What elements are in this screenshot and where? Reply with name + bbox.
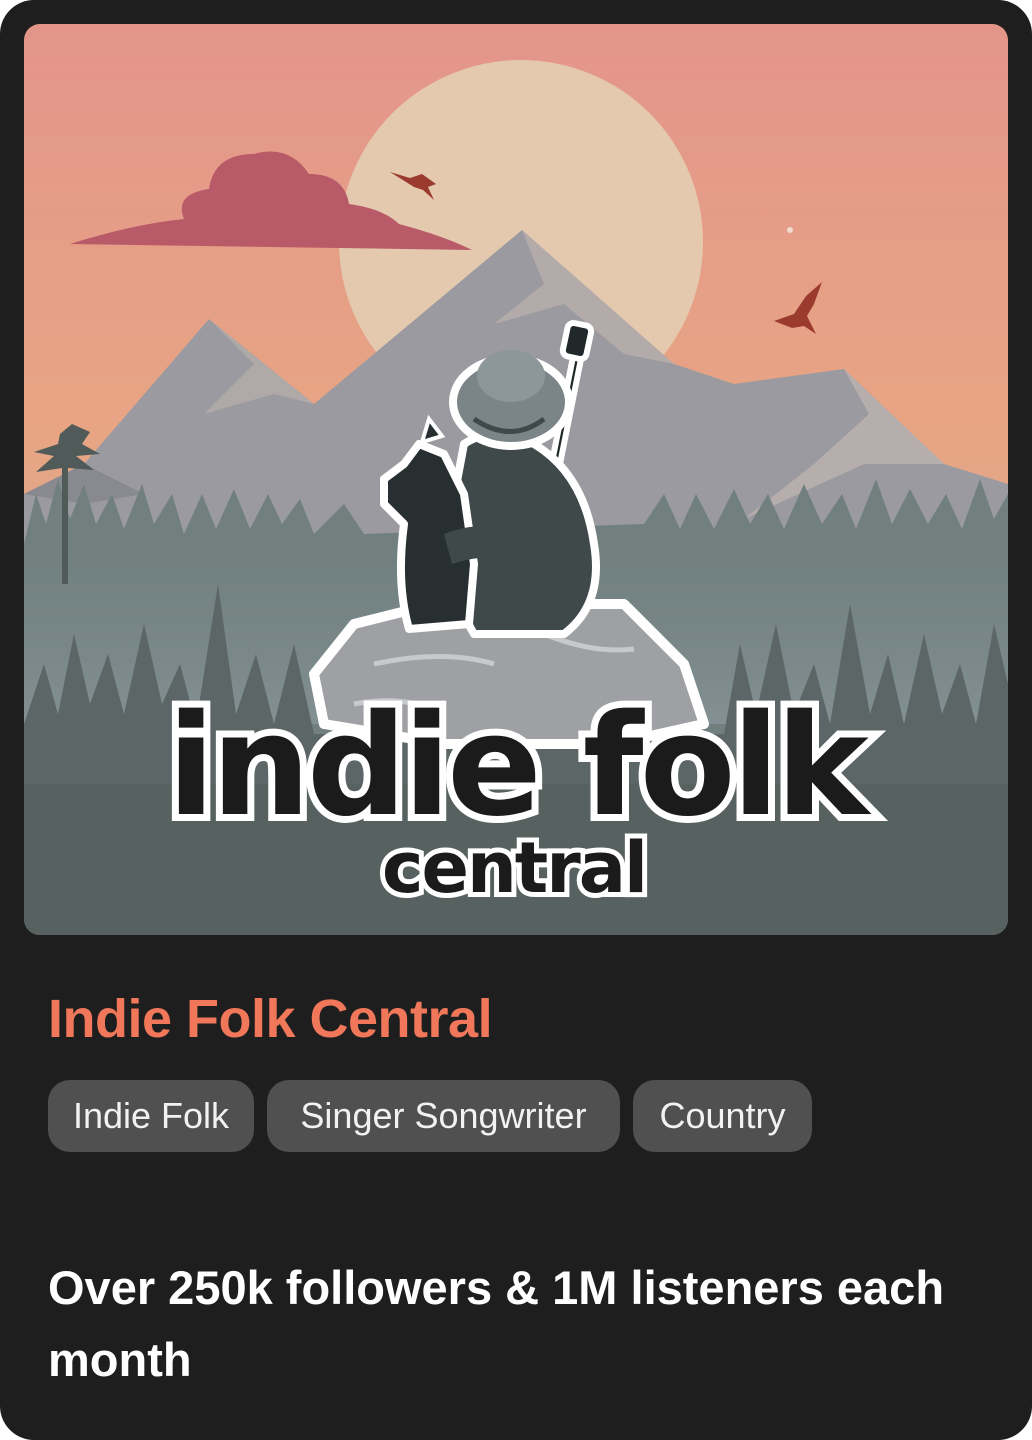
playlist-description: Over 250k followers & 1M listeners each … xyxy=(48,1261,945,1386)
tag-country[interactable]: Country xyxy=(633,1080,812,1152)
playlist-title[interactable]: Indie Folk Central xyxy=(48,988,493,1050)
logo-line-1: indie folk xyxy=(167,685,872,848)
playlist-card[interactable]: indie folk central Indie Folk Central In… xyxy=(0,0,1032,1440)
tag-singer-songwriter[interactable]: Singer Songwriter xyxy=(267,1080,620,1152)
logo-line-2: central xyxy=(382,827,646,909)
cover-artwork[interactable]: indie folk central xyxy=(24,24,1008,935)
tag-indie-folk[interactable]: Indie Folk xyxy=(48,1080,254,1152)
